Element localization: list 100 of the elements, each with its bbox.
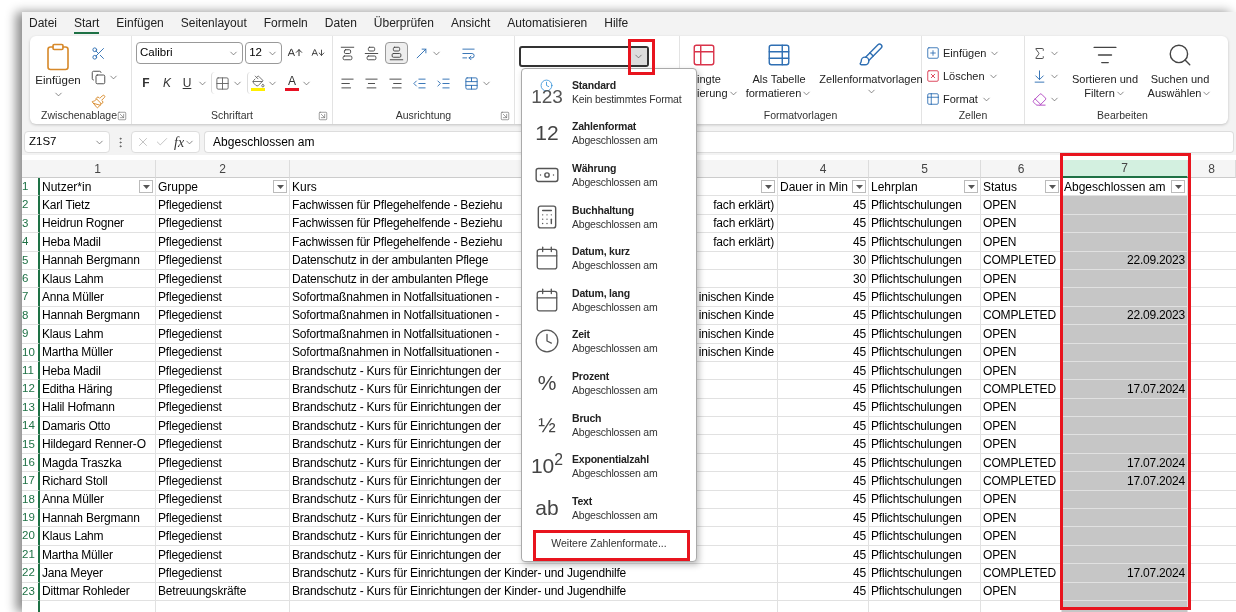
cell-text: Fachwissen für Pflegehelfende - Beziehu: [292, 215, 503, 233]
table-cell: 45: [778, 380, 869, 399]
group-label: Schriftart: [211, 108, 253, 123]
cell-text: Datenschutz in der ambulanten Pflege: [292, 252, 489, 269]
table-cell: Pflichtschulungen: [869, 472, 981, 491]
table-cell: Pflichtschulungen: [869, 288, 981, 307]
table-cell: Heba Madil: [40, 233, 156, 252]
format-glyph-icon: 10$^{2}$: [530, 454, 564, 479]
row-number: 20: [22, 527, 40, 546]
column-title: Gruppe: [158, 178, 199, 196]
table-cell: Pflegedienst: [156, 564, 290, 583]
table-cell: OPEN: [981, 288, 1062, 307]
row-number: 19: [22, 509, 40, 528]
table-cell: OPEN: [981, 196, 1062, 215]
table-cell: Pflichtschulungen: [869, 417, 981, 436]
table-cell: Pflichtschulungen: [869, 435, 981, 454]
table-cell: Hannah Bergmann: [40, 306, 156, 326]
table-cell: 45: [778, 233, 869, 252]
table-cell: Pflichtschulungen: [869, 196, 981, 215]
table-cell: Klaus Lahm: [40, 325, 156, 344]
cell-text: Brandschutz - Kurs für Einrichtungen der: [292, 362, 501, 380]
column-title: Lehrplan: [871, 178, 918, 196]
table-cell: Pflegedienst: [156, 545, 290, 565]
table-cell: Anna Müller: [40, 288, 156, 307]
row-number: 18: [22, 490, 40, 510]
table-cell: 45: [778, 527, 869, 546]
table-cell: 45: [778, 472, 869, 491]
row-number: 8: [22, 306, 40, 326]
row-number: 22: [22, 564, 40, 583]
group-label: Zwischenablage: [41, 108, 117, 123]
format-glyph-icon: %: [537, 370, 557, 395]
cell-text: fach erklärt): [713, 197, 775, 214]
row-number: 9: [22, 325, 40, 344]
table-cell: OPEN: [981, 269, 1062, 289]
table-cell: OPEN: [981, 398, 1062, 418]
table-cell: Pflegedienst: [156, 509, 290, 528]
row-number: 7: [22, 288, 40, 307]
table-cell: Hannah Bergmann: [40, 509, 156, 528]
table-cell: COMPLETED: [981, 472, 1062, 491]
table-cell: 45: [778, 564, 869, 583]
table-cell: Pflegedienst: [156, 196, 290, 215]
table-cell: 30: [778, 251, 869, 270]
group-label: Bearbeiten: [1097, 108, 1148, 123]
table-cell: Klaus Lahm: [40, 527, 156, 546]
table-cell: 45: [778, 453, 869, 473]
table-cell: Pflegedienst: [156, 490, 290, 510]
table-cell: Pflegedienst: [156, 380, 290, 399]
table-cell: Pflegedienst: [156, 527, 290, 546]
table-cell: Pflichtschulungen: [869, 490, 981, 510]
table-cell: 17.07.2024: [1062, 380, 1188, 399]
table-cell: COMPLETED: [981, 564, 1062, 583]
table-cell: Pflegedienst: [156, 306, 290, 326]
table-cell: Karl Tietz: [40, 196, 156, 215]
row-number: 14: [22, 417, 40, 436]
row-number: 5: [22, 251, 40, 270]
table-cell: 45: [778, 361, 869, 381]
table-cell: Pflichtschulungen: [869, 343, 981, 362]
table-cell: Pflichtschulungen: [869, 269, 981, 289]
table-cell: 45: [778, 582, 869, 601]
table-cell: Pflegedienst: [156, 417, 290, 436]
table-cell: Pflichtschulungen: [869, 398, 981, 418]
table-cell: Pflichtschulungen: [869, 361, 981, 381]
table-cell: OPEN: [981, 343, 1062, 362]
row-number: 21: [22, 545, 40, 565]
table-cell: Pflegedienst: [156, 361, 290, 381]
table-cell: 45: [778, 288, 869, 307]
table-cell: Pflegedienst: [156, 453, 290, 473]
group-label: Formatvorlagen: [763, 108, 838, 123]
cell-text: Brandschutz - Kurs für Einrichtungen der Kinder- und Jugendhilfe: [292, 564, 627, 582]
row-number: 15: [22, 435, 40, 454]
column-title: Status: [983, 178, 1018, 196]
table-cell: Pflichtschulungen: [869, 306, 981, 326]
cell-text: Brandschutz - Kurs für Einrichtungen der: [292, 381, 501, 398]
table-cell: OPEN: [981, 509, 1062, 528]
table-cell: COMPLETED: [981, 251, 1062, 270]
row-number: 6: [22, 269, 40, 289]
row-number: 10: [22, 343, 40, 362]
table-cell: Martha Müller: [40, 343, 156, 362]
table-cell: 45: [778, 214, 869, 234]
table-cell: 30: [778, 269, 869, 289]
table-cell: 45: [778, 490, 869, 510]
cell-text: inischen Kinde: [698, 307, 775, 325]
column-title: Abgeschlossen am: [1064, 178, 1166, 196]
table-cell: Pflichtschulungen: [869, 233, 981, 252]
table-cell: Pflichtschulungen: [869, 527, 981, 546]
cell-text: fach erklärt): [713, 215, 775, 233]
row-number: 4: [22, 233, 40, 252]
cell-text: Sofortmaßnahmen in Notfallsituationen -: [292, 344, 499, 361]
cell-text: Brandschutz - Kurs für Einrichtungen der: [292, 509, 501, 527]
table-cell: OPEN: [981, 214, 1062, 234]
row-number: 11: [22, 361, 40, 381]
table-cell: Pflegedienst: [156, 343, 290, 362]
row-number: 1: [22, 178, 40, 197]
table-cell: Pflegedienst: [156, 472, 290, 491]
cell-text: Brandschutz - Kurs für Einrichtungen der: [292, 454, 501, 472]
cell-text: inischen Kinde: [698, 289, 775, 306]
cell-text: Brandschutz - Kurs für Einrichtungen der: [292, 528, 501, 545]
table-cell: 45: [778, 435, 869, 454]
table-cell: Pflichtschulungen: [869, 582, 981, 601]
column-title: Dauer in Min: [780, 178, 849, 196]
